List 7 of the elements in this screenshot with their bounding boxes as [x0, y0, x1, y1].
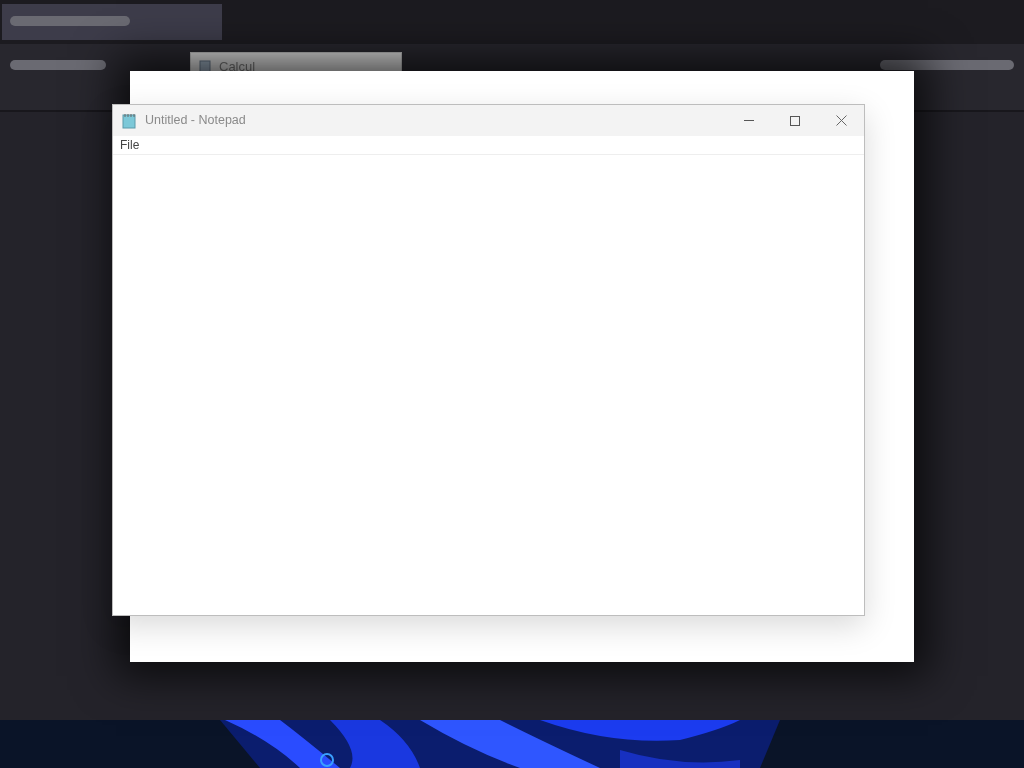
- notepad-icon: [121, 112, 137, 129]
- window-title: Calcul: [219, 58, 256, 77]
- window-title: Untitled - Notepad: [145, 112, 247, 130]
- close-icon: [835, 115, 847, 126]
- menu-item[interactable]: File: [113, 136, 147, 154]
- maximize-icon: [790, 115, 800, 126]
- minimize-icon: [744, 119, 754, 122]
